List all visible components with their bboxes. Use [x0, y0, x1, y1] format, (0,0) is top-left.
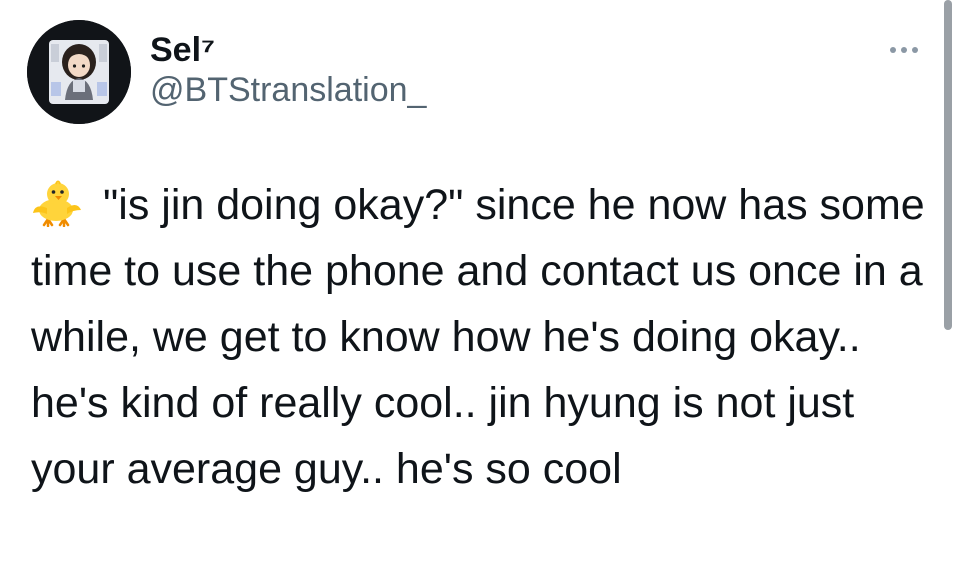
user-handle[interactable]: @BTStranslation_	[150, 70, 426, 110]
baby-chick-icon	[31, 179, 85, 227]
profile-avatar[interactable]	[27, 20, 131, 124]
more-dot	[901, 47, 907, 53]
tweet[interactable]: Sel⁷ @BTStranslation_ "is jin doing okay…	[0, 0, 960, 584]
tweet-text: "is jin doing okay?" since he now has so…	[31, 181, 925, 493]
scrollbar-thumb[interactable]	[944, 0, 952, 330]
more-horizontal-icon	[890, 47, 896, 53]
tweet-text-container: "is jin doing okay?" since he now has so…	[31, 172, 931, 502]
more-dot	[912, 47, 918, 53]
display-name[interactable]: Sel⁷	[150, 30, 215, 70]
avatar-illustration	[27, 20, 131, 124]
more-options-button[interactable]	[884, 36, 924, 64]
